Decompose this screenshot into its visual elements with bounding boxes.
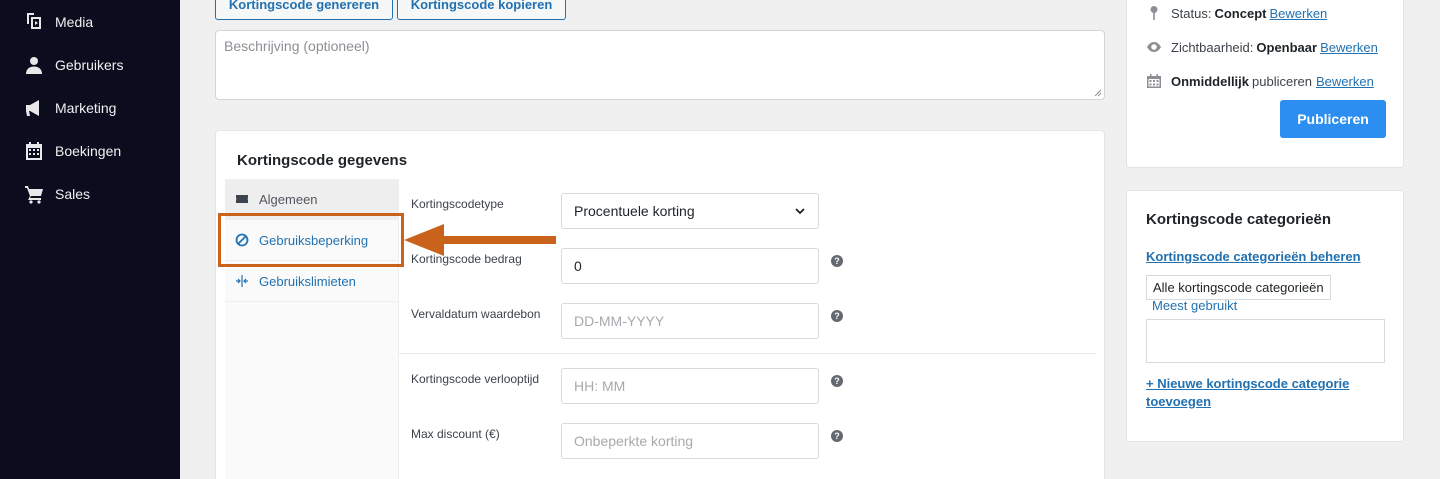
help-icon[interactable]: ? (831, 375, 843, 387)
panel-title: Kortingscode gegevens (237, 152, 408, 169)
sidebar-item-label: Media (55, 13, 94, 30)
category-checklist[interactable] (1146, 319, 1385, 363)
chevron-down-icon (795, 208, 805, 215)
limits-icon (234, 273, 250, 289)
tab-most-used[interactable]: Meest gebruikt (1152, 298, 1237, 313)
sidebar-item-label: Marketing (55, 99, 117, 116)
ticket-icon (234, 191, 250, 207)
sidebar-item-label: Sales (55, 185, 91, 202)
coupon-type-label: Kortingscodetype (411, 197, 504, 211)
visibility-label: Zichtbaarheid: (1171, 39, 1254, 55)
help-icon[interactable]: ? (831, 255, 843, 267)
calendar-icon (1145, 72, 1163, 90)
expiry-date-input[interactable]: DD-MM-YYYY (561, 303, 819, 339)
sidebar-item-users[interactable]: Gebruikers (0, 43, 180, 86)
schedule-row: Onmiddellijk publiceren Bewerken (1145, 71, 1374, 91)
visibility-value: Openbaar (1256, 39, 1318, 55)
expiry-time-placeholder: HH: MM (574, 378, 626, 394)
description-textarea[interactable]: Beschrijving (optioneel) (215, 30, 1105, 100)
expiry-date-label: Vervaldatum waardebon (411, 307, 541, 321)
status-value: Concept (1214, 5, 1267, 21)
visibility-row: Zichtbaarheid: Openbaar Bewerken (1145, 37, 1378, 57)
eye-icon (1145, 38, 1163, 56)
add-category-link[interactable]: + Nieuwe kortingscode categorie toevoege… (1146, 375, 1349, 411)
sidebar-item-label: Boekingen (55, 142, 122, 159)
sidebar-item-bookings[interactable]: Boekingen (0, 129, 180, 172)
admin-sidebar: Media Gebruikers Marketing Boekingen Sal… (0, 0, 180, 479)
copy-coupon-button[interactable]: Kortingscode kopieren (397, 0, 566, 20)
sidebar-item-label: Gebruikers (55, 56, 124, 73)
add-category-line1: + Nieuwe kortingscode categorie (1146, 376, 1350, 391)
description-placeholder: Beschrijving (optioneel) (224, 38, 370, 54)
annotation-highlight-box (218, 213, 404, 267)
generate-coupon-button[interactable]: Kortingscode genereren (215, 0, 393, 20)
expiry-date-placeholder: DD-MM-YYYY (574, 313, 665, 329)
coupon-type-select[interactable]: Procentuele korting (561, 193, 819, 229)
sidebar-item-media[interactable]: Media (0, 0, 180, 43)
sidebar-item-marketing[interactable]: Marketing (0, 86, 180, 129)
expiry-time-label: Kortingscode verlooptijd (411, 372, 540, 386)
coupon-type-value: Procentuele korting (574, 203, 695, 219)
coupon-categories-box: Kortingscode categorieën Kortingscode ca… (1126, 190, 1404, 442)
coupon-amount-input[interactable]: 0 (561, 248, 819, 284)
max-discount-placeholder: Onbeperkte korting (574, 433, 694, 449)
megaphone-icon (24, 98, 44, 118)
section-divider (399, 353, 1096, 354)
tab-usage-limits[interactable]: Gebruikslimieten (225, 261, 399, 302)
pin-icon (1145, 4, 1163, 22)
categories-title: Kortingscode categorieën (1146, 211, 1332, 228)
edit-status-link[interactable]: Bewerken (1269, 6, 1327, 21)
help-icon[interactable]: ? (831, 430, 843, 442)
publish-box: Status: Concept Bewerken Zichtbaarheid: … (1126, 0, 1404, 168)
edit-visibility-link[interactable]: Bewerken (1320, 40, 1378, 55)
status-row: Status: Concept Bewerken (1145, 3, 1327, 23)
tab-label: Gebruikslimieten (259, 273, 356, 289)
status-label: Status: (1171, 5, 1212, 21)
sidebar-item-sales[interactable]: Sales (0, 172, 180, 215)
tab-all-categories[interactable]: Alle kortingscode categorieën (1146, 275, 1331, 300)
tab-label: Algemeen (259, 191, 318, 207)
coupon-amount-value: 0 (574, 258, 582, 274)
resize-handle-icon[interactable] (1094, 89, 1102, 97)
expiry-time-input[interactable]: HH: MM (561, 368, 819, 404)
edit-schedule-link[interactable]: Bewerken (1316, 74, 1374, 89)
publish-button[interactable]: Publiceren (1280, 100, 1386, 138)
help-icon[interactable]: ? (831, 310, 843, 322)
user-icon (24, 55, 44, 75)
schedule-value: Onmiddellijk (1171, 73, 1250, 89)
media-icon (24, 12, 44, 32)
coupon-data-panel: Kortingscode gegevens Algemeen Gebruiksb… (215, 130, 1105, 479)
cart-icon (24, 184, 44, 204)
max-discount-input[interactable]: Onbeperkte korting (561, 423, 819, 459)
manage-categories-link[interactable]: Kortingscode categorieën beheren (1146, 249, 1361, 264)
annotation-arrow-icon (404, 224, 556, 256)
calendar-icon (24, 141, 44, 161)
max-discount-label: Max discount (€) (411, 427, 500, 441)
add-category-line2: toevoegen (1146, 394, 1212, 409)
schedule-label: publiceren (1252, 73, 1313, 89)
